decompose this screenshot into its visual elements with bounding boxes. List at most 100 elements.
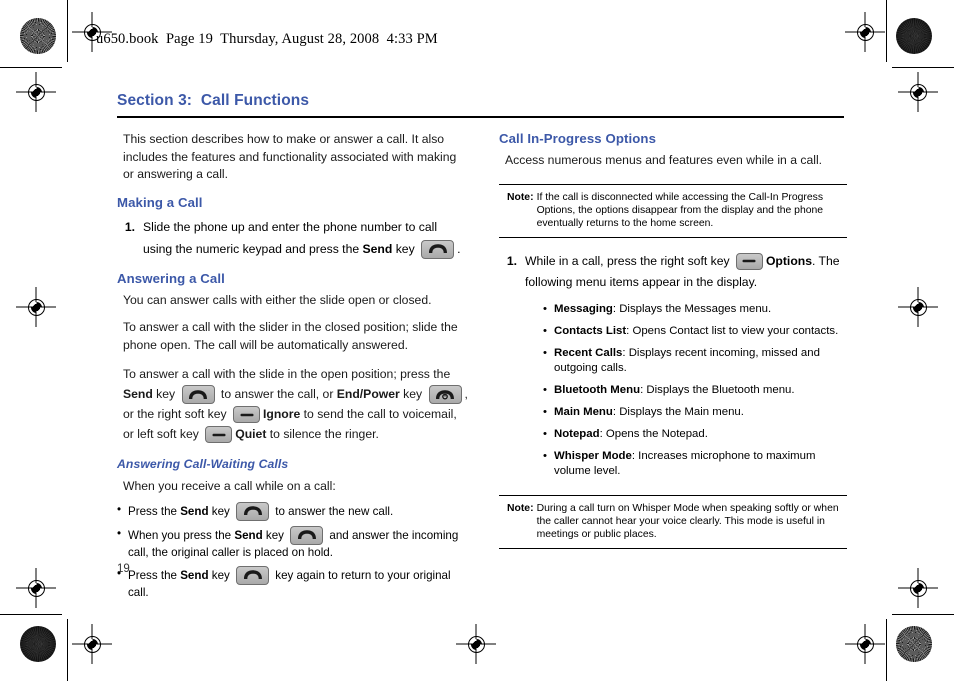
send-keyword: Send	[362, 241, 393, 256]
list-item: • Messaging: Displays the Messages menu.	[543, 302, 847, 317]
registration-target-left-lower	[16, 568, 56, 608]
answering-paragraph-3: To answer a call with the slide in the o…	[117, 364, 469, 444]
page-content: Section 3: Call Functions This section d…	[117, 92, 847, 599]
options-keyword: Options	[765, 253, 812, 268]
bullet-1-bold: Send	[180, 504, 209, 518]
menu-item-name: Notepad	[554, 427, 600, 440]
bullet-2-bold: Send	[234, 528, 263, 542]
menu-item-name: Main Menu	[554, 405, 613, 418]
note-label: Note:	[507, 191, 534, 203]
list-item: • Whisper Mode: Increases microphone to …	[543, 449, 847, 479]
options-step-part-a: While in a call, press the right soft ke…	[525, 253, 733, 268]
list-item: • When you press the Send key and answer…	[117, 525, 469, 561]
note-label: Note:	[507, 502, 534, 514]
bullet-dot-icon: •	[117, 502, 122, 516]
intro-paragraph: This section describes how to make or an…	[123, 132, 457, 181]
registration-target-left-upper	[16, 72, 56, 112]
step-open-options: 1. While in a call, press the right soft…	[499, 251, 847, 293]
phone-send-key-icon	[236, 565, 270, 585]
phone-send-key-icon	[236, 501, 270, 521]
phone-soft-key-icon	[205, 426, 233, 443]
bullet-1-post: to answer the new call.	[272, 504, 394, 518]
p3-part-d: key	[399, 387, 426, 401]
menu-item-desc: : Opens Contact list to view your contac…	[626, 324, 839, 337]
rosette-mark-top-left	[20, 18, 56, 54]
p3-part-b: key	[152, 387, 179, 401]
phone-soft-key-icon	[233, 406, 261, 423]
p3-part-g: to silence the ringer.	[266, 427, 379, 441]
note-box-disconnect: Note: If the call is disconnected while …	[499, 183, 847, 238]
bullet-dot-icon: •	[543, 405, 547, 418]
bullet-3-mid: key	[208, 568, 234, 582]
ignore-keyword: Ignore	[263, 407, 301, 421]
step-text-part-c: .	[457, 241, 461, 256]
phone-send-key-icon	[421, 239, 455, 259]
rosette-mark-top-right	[896, 18, 932, 54]
quiet-keyword: Quiet	[235, 427, 267, 441]
menu-item-name: Recent Calls	[554, 346, 623, 359]
answering-paragraph-2: To answer a call with the slider in the …	[123, 320, 458, 352]
call-waiting-bullet-list: • Press the Send key to answer the new c…	[117, 501, 469, 601]
list-item: • Notepad: Opens the Notepad.	[543, 427, 847, 442]
crop-rule-left-top-horizontal	[0, 67, 62, 68]
step-text: Slide the phone up and enter the phone n…	[143, 216, 469, 260]
list-item: • Press the Send key key again to return…	[117, 565, 469, 601]
heading-call-in-progress-options: Call In-Progress Options	[499, 131, 657, 146]
list-item: • Recent Calls: Displays recent incoming…	[543, 346, 847, 376]
crop-rule-left-bottom-horizontal	[0, 614, 62, 615]
phone-soft-key-icon	[735, 252, 763, 270]
note-text: If the call is disconnected while access…	[536, 191, 824, 229]
registration-target-bottom-left	[72, 624, 112, 664]
rosette-mark-bottom-right	[896, 626, 932, 662]
bullet-1-pre: Press the	[128, 504, 181, 518]
crop-rule-top-right-vertical	[886, 0, 887, 62]
menu-item-name: Contacts List	[554, 324, 627, 337]
send-keyword-2: Send	[123, 387, 153, 401]
crop-rule-right-bottom-horizontal	[892, 614, 954, 615]
step-make-call: 1. Slide the phone up and enter the phon…	[117, 216, 469, 260]
step-text-part-b: key	[392, 241, 419, 256]
p3-part-c: to answer the call, or	[217, 387, 337, 401]
rosette-mark-bottom-left	[20, 626, 56, 662]
registration-target-bottom-center	[456, 624, 496, 664]
bullet-3-bold: Send	[180, 568, 209, 582]
note-box-whisper-mode: Note: During a call turn on Whisper Mode…	[499, 494, 847, 549]
bullet-dot-icon: •	[543, 383, 547, 396]
registration-target-right-middle	[898, 287, 938, 327]
p3-part-a: To answer a call with the slide in the o…	[123, 367, 451, 381]
call-waiting-intro: When you receive a call while on a call:	[123, 479, 336, 493]
note-text: During a call turn on Whisper Mode when …	[536, 502, 839, 540]
menu-item-name: Messaging	[554, 302, 613, 315]
menu-item-desc: : Displays the Messages menu.	[612, 302, 772, 315]
two-column-layout: This section describes how to make or an…	[117, 131, 847, 606]
menu-item-desc: : Displays the Main menu.	[612, 405, 744, 418]
menu-item-name: Whisper Mode	[554, 449, 632, 462]
bullet-dot-icon: •	[543, 324, 547, 337]
menu-item-name: Bluetooth Menu	[554, 383, 641, 396]
bullet-3-pre: Press the	[128, 568, 181, 582]
bullet-dot-icon: •	[543, 449, 547, 462]
step-number: 1.	[506, 253, 517, 268]
bullet-dot-icon: •	[543, 302, 547, 315]
heading-answering-call-waiting: Answering Call-Waiting Calls	[117, 457, 289, 471]
list-item: • Press the Send key to answer the new c…	[117, 501, 469, 521]
menu-item-desc: : Opens the Notepad.	[599, 427, 708, 440]
bullet-dot-icon: •	[543, 346, 547, 359]
list-item: • Contacts List: Opens Contact list to v…	[543, 324, 847, 339]
answering-paragraph-1: You can answer calls with either the sli…	[123, 292, 432, 307]
bullet-1-mid: key	[208, 504, 234, 518]
phone-end-power-key-icon	[428, 385, 462, 404]
crop-rule-top-left-vertical	[67, 0, 68, 62]
crop-rule-bottom-right-vertical	[886, 619, 887, 681]
phone-send-key-icon	[290, 525, 324, 545]
heading-making-a-call: Making a Call	[117, 194, 203, 210]
title-divider	[117, 116, 844, 118]
left-column: This section describes how to make or an…	[117, 131, 469, 606]
crop-rule-right-top-horizontal	[892, 67, 954, 68]
menu-item-desc: : Displays the Bluetooth menu.	[640, 383, 795, 396]
step-number: 1.	[124, 219, 135, 234]
registration-target-left-middle	[16, 287, 56, 327]
heading-answering-a-call: Answering a Call	[117, 270, 225, 286]
bullet-dot-icon: •	[117, 526, 122, 540]
registration-target-right-upper	[898, 72, 938, 112]
